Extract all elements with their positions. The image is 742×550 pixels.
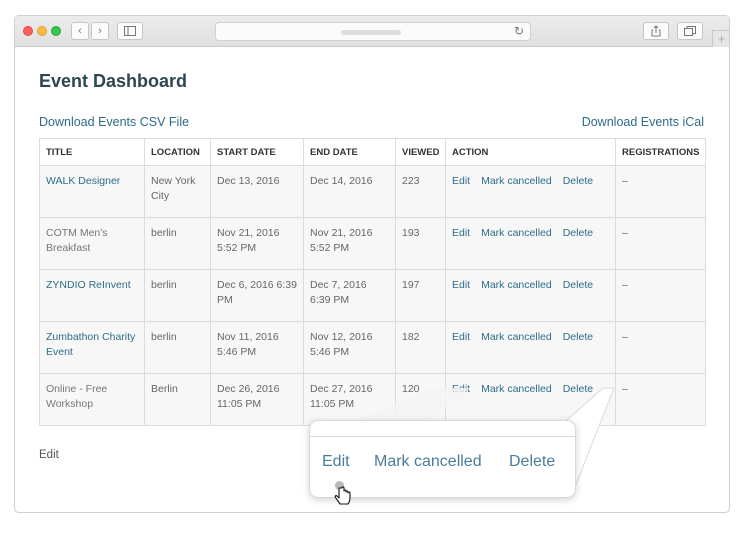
zoom-edit-link[interactable]: Edit <box>322 453 350 471</box>
zoom-mark-cancelled-link[interactable]: Mark cancelled <box>374 453 482 471</box>
hand-cursor-icon <box>334 481 351 505</box>
zoom-delete-link[interactable]: Delete <box>509 453 555 471</box>
zoom-divider <box>310 436 575 437</box>
